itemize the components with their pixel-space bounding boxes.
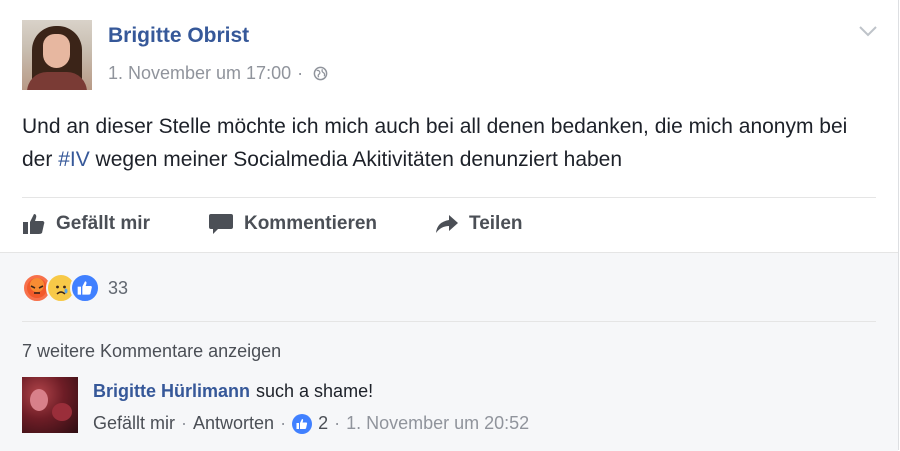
like-label: Gefällt mir (56, 213, 150, 234)
like-reaction-icon (70, 273, 100, 303)
post-card: Brigitte Obrist 1. November um 17:00 · U… (0, 0, 899, 451)
hashtag-link[interactable]: #IV (58, 148, 90, 171)
comment-label: Kommentieren (243, 213, 378, 234)
comment-line: Brigitte Hürlimann such a shame! (93, 381, 373, 402)
divider (22, 321, 876, 322)
meta-separator: · (297, 63, 304, 83)
comment-like-count[interactable]: 2 (318, 413, 328, 434)
view-more-comments-link[interactable]: 7 weitere Kommentare anzeigen (22, 341, 281, 362)
post-meta: 1. November um 17:00 · (108, 63, 328, 84)
comment-text: such a shame! (256, 381, 374, 401)
author-name[interactable]: Brigitte Obrist (108, 24, 249, 48)
comment-item: Brigitte Hürlimann such a shame! Gefällt … (22, 377, 876, 437)
separator: · (334, 413, 341, 433)
reaction-count[interactable]: 33 (108, 278, 128, 299)
comment-like-badge-icon (292, 413, 313, 434)
commenter-avatar[interactable] (22, 377, 78, 433)
like-button[interactable]: Gefällt mir (22, 213, 150, 235)
comment-button[interactable]: Kommentieren (208, 213, 377, 235)
post-body: Und an dieser Stelle möchte ich mich auc… (22, 110, 882, 176)
commenter-name[interactable]: Brigitte Hürlimann (93, 381, 250, 401)
post-header: Brigitte Obrist 1. November um 17:00 · (22, 20, 882, 90)
comments-section: 33 7 weitere Kommentare anzeigen Brigitt… (0, 252, 898, 451)
comment-like-button[interactable]: Gefällt mir (93, 413, 175, 434)
comment-reply-button[interactable]: Antworten (193, 413, 274, 434)
chevron-down-icon[interactable] (858, 24, 878, 38)
author-avatar[interactable] (22, 20, 92, 90)
separator: · (280, 413, 287, 433)
post-text-part2: wegen meiner Socialmedia Akitivitäten de… (89, 148, 623, 171)
post-timestamp[interactable]: 1. November um 17:00 (108, 63, 291, 84)
share-button[interactable]: Teilen (435, 213, 523, 235)
globe-icon[interactable] (313, 66, 328, 81)
comment-icon (208, 214, 233, 234)
separator: · (181, 413, 188, 433)
share-label: Teilen (469, 213, 523, 234)
comment-timestamp[interactable]: 1. November um 20:52 (346, 413, 529, 434)
divider (22, 197, 876, 198)
comment-meta: Gefällt mir · Antworten · 2 · 1. Novembe… (93, 413, 529, 434)
share-arrow-icon (436, 215, 459, 233)
reactions-summary[interactable]: 33 (22, 273, 128, 303)
thumbs-up-icon (23, 214, 45, 234)
action-bar: Gefällt mir Kommentieren Teilen (22, 200, 876, 248)
